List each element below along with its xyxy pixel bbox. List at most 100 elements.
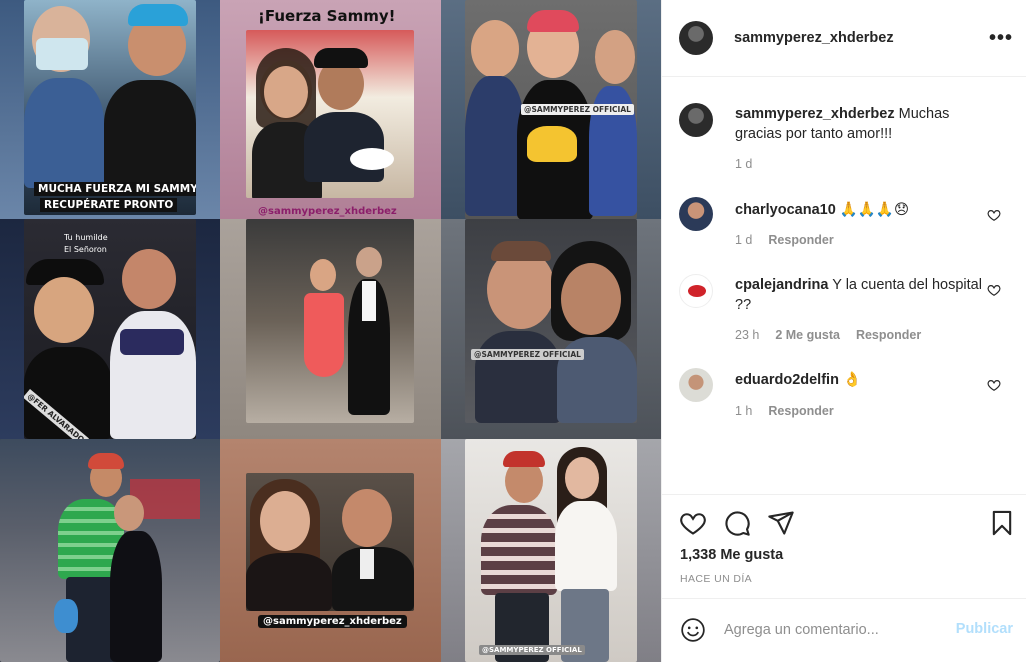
person-body [246, 553, 332, 611]
tile-photo [246, 219, 414, 423]
collage-tile-9: @SAMMYPEREZ OFFICIAL [441, 439, 661, 662]
tile-caption: El Señoron [64, 245, 107, 254]
red-dress [304, 293, 344, 377]
comment-body: 🙏🙏🙏😞 [839, 202, 910, 218]
collage-tile-4: Tu humilde El Señoron @FER ALVARADO [0, 219, 220, 439]
comment-meta: 1 h Responder [735, 404, 834, 418]
person-head [114, 495, 144, 531]
comment-time[interactable]: 1 d [735, 233, 752, 247]
reply-button[interactable]: Responder [768, 404, 833, 418]
caption-author-avatar[interactable] [679, 103, 713, 137]
hair [527, 10, 579, 32]
cap [88, 453, 124, 469]
post-caption: sammyperez_xhderbez Muchas gracias por t… [662, 77, 1026, 187]
person-body [475, 331, 561, 423]
person-head [122, 249, 176, 309]
person-head [34, 277, 94, 343]
collage-tile-6: @SAMMYPEREZ OFFICIAL [441, 219, 661, 439]
tile-caption: @SAMMYPEREZ OFFICIAL [521, 104, 634, 115]
commenter-username[interactable]: cpalejandrina [735, 277, 828, 293]
tile-photo [0, 439, 220, 662]
hair [491, 241, 551, 261]
collage-tile-5 [220, 219, 441, 439]
tile-photo: @SAMMYPEREZ OFFICIAL [465, 439, 637, 662]
commenter-avatar[interactable] [679, 368, 713, 402]
emoji-icon[interactable] [680, 617, 706, 643]
tile-photo [246, 473, 414, 611]
caption-time[interactable]: 1 d [735, 157, 752, 171]
like-comment-heart-icon[interactable] [987, 378, 1001, 392]
tile-photo: @SAMMYPEREZ OFFICIAL [465, 0, 637, 219]
like-heart-icon[interactable] [679, 509, 707, 537]
person-body [304, 112, 384, 182]
publish-button[interactable]: Publicar [956, 621, 1013, 637]
person-face [264, 66, 308, 118]
person-head [487, 249, 555, 329]
commenter-avatar[interactable] [679, 274, 713, 308]
comment-item: charlyocana10 🙏🙏🙏😞 1 d Responder [662, 187, 1026, 257]
person-head [260, 491, 310, 551]
post-image-collage[interactable]: MUCHA FUERZA MI SAMMY RECUPÉRATE PRONTO … [0, 0, 661, 662]
post-timestamp[interactable]: HACE UN DÍA [680, 573, 752, 585]
blue-bag [54, 599, 78, 633]
comment-meta: 1 d Responder [735, 233, 834, 247]
author-avatar[interactable] [679, 21, 713, 55]
comment-text: eduardo2delfin 👌 [735, 370, 985, 390]
comment-text: charlyocana10 🙏🙏🙏😞 [735, 200, 985, 220]
collage-tile-2: ¡Fuerza Sammy! @sammyperez_xhderbez [220, 0, 441, 219]
more-options-button[interactable]: ••• [989, 27, 1013, 50]
tile-caption: @sammyperez_xhderbez [258, 615, 407, 628]
comment-time[interactable]: 1 h [735, 404, 752, 418]
person-head [471, 20, 519, 78]
add-comment-bar: Publicar [662, 598, 1026, 662]
commenter-username[interactable]: eduardo2delfin [735, 372, 839, 388]
person-body [104, 80, 196, 190]
post-side-panel: sammyperez_xhderbez ••• sammyperez_xhder… [661, 0, 1026, 662]
person-head [595, 30, 635, 84]
person-head [310, 259, 336, 291]
jersey-logo [120, 329, 184, 355]
person-body [24, 78, 104, 188]
comment-item: eduardo2delfin 👌 1 h Responder [662, 357, 1026, 427]
collage-tile-7 [0, 439, 220, 662]
like-comment-heart-icon[interactable] [987, 283, 1001, 297]
comment-input[interactable] [724, 619, 944, 641]
comment-likes[interactable]: 2 Me gusta [775, 328, 840, 342]
tile-photo: MUCHA FUERZA MI SAMMY RECUPÉRATE PRONTO [24, 0, 196, 215]
plate [350, 148, 394, 170]
caption-meta: 1 d [735, 157, 752, 171]
like-comment-heart-icon[interactable] [987, 208, 1001, 222]
reply-button[interactable]: Responder [768, 233, 833, 247]
comment-time[interactable]: 23 h [735, 328, 759, 342]
shirt [362, 281, 376, 321]
comment-bubble-icon[interactable] [723, 509, 751, 537]
tile-caption: @SAMMYPEREZ OFFICIAL [471, 349, 584, 360]
tile-caption: RECUPÉRATE PRONTO [40, 198, 178, 212]
person-head [565, 457, 599, 499]
reply-button[interactable]: Responder [856, 328, 921, 342]
comment-body: 👌 [842, 372, 862, 388]
caption-author[interactable]: sammyperez_xhderbez [735, 106, 895, 122]
tile-caption: @SAMMYPEREZ OFFICIAL [479, 645, 585, 655]
likes-count[interactable]: 1,338 Me gusta [680, 547, 783, 563]
tile-caption: Tu humilde [64, 233, 108, 242]
collage-tile-3: @SAMMYPEREZ OFFICIAL [441, 0, 661, 219]
person-body [465, 76, 525, 216]
commenter-username[interactable]: charlyocana10 [735, 202, 836, 218]
author-username[interactable]: sammyperez_xhderbez [734, 30, 894, 46]
save-bookmark-icon[interactable] [988, 509, 1016, 537]
person-head [342, 489, 392, 547]
person-body [110, 531, 162, 662]
heart-hands [527, 126, 577, 162]
cap [503, 451, 545, 467]
tile-caption: ¡Fuerza Sammy! [258, 7, 396, 25]
person-head [356, 247, 382, 277]
comment-item: cpalejandrina Y la cuenta del hospital ?… [662, 262, 1026, 352]
avatar-logo [688, 285, 706, 297]
cap [128, 4, 188, 26]
post-header: sammyperez_xhderbez ••• [662, 0, 1026, 77]
commenter-avatar[interactable] [679, 197, 713, 231]
cap [314, 48, 368, 68]
collage-tile-1: MUCHA FUERZA MI SAMMY RECUPÉRATE PRONTO [0, 0, 220, 219]
share-send-icon[interactable] [767, 509, 795, 537]
